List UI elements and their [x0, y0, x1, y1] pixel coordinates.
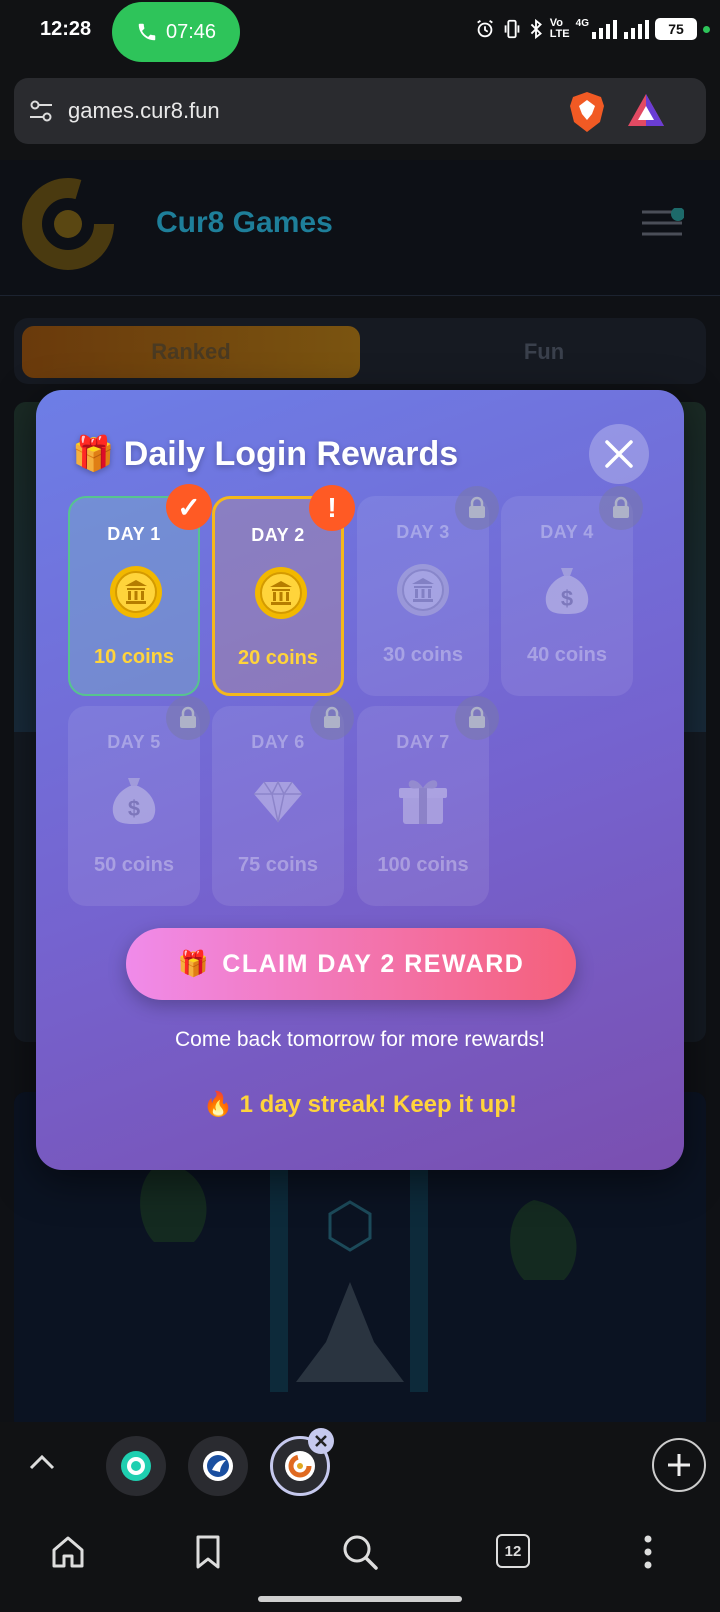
- day-card-6[interactable]: DAY 6 75 coins: [212, 696, 354, 906]
- call-timer: 07:46: [165, 20, 217, 43]
- ongoing-call-pill[interactable]: 07:46: [112, 2, 240, 62]
- search-icon[interactable]: [340, 1532, 380, 1572]
- coin-icon: [255, 567, 307, 619]
- day-reward: 40 coins: [526, 644, 608, 666]
- tab-switcher-button[interactable]: 12: [496, 1534, 530, 1568]
- cur8-icon: [285, 1451, 315, 1481]
- signal-icon: [592, 20, 617, 39]
- chat-app-icon: [121, 1451, 151, 1481]
- close-icon: [605, 440, 633, 468]
- svg-text:$: $: [561, 586, 573, 611]
- day-reward: 30 coins: [382, 644, 464, 666]
- day-reward: 50 coins: [93, 854, 175, 876]
- modal-title: 🎁 Daily Login Rewards: [72, 434, 458, 474]
- gesture-bar[interactable]: [258, 1596, 462, 1602]
- mode-tabs: Ranked Fun: [14, 318, 706, 384]
- battery-indicator: 75: [655, 18, 697, 40]
- come-back-message: Come back tomorrow for more rewards!: [175, 1028, 545, 1051]
- tab-thumbnail-2[interactable]: [188, 1436, 248, 1496]
- lock-badge: [310, 696, 354, 740]
- day-reward: 10 coins: [93, 646, 175, 668]
- svg-text:$: $: [128, 796, 140, 821]
- site-icon: [203, 1451, 233, 1481]
- status-bar: 12:28 07:46 Vo LTE 4G 75: [0, 0, 720, 66]
- brave-shields-icon[interactable]: [568, 90, 606, 134]
- phone-icon: [138, 23, 156, 41]
- alarm-icon: [476, 19, 493, 38]
- tab-ranked[interactable]: Ranked: [22, 326, 360, 378]
- lock-icon: [180, 706, 196, 728]
- modal-title-text: Daily Login Rewards: [123, 435, 459, 473]
- close-button[interactable]: [589, 424, 649, 484]
- day-card-7[interactable]: DAY 7 100 coins: [357, 696, 499, 906]
- claim-reward-button[interactable]: 🎁 CLAIM DAY 2 REWARD: [126, 928, 576, 1000]
- vibrate-icon: [504, 19, 520, 39]
- lock-badge: [455, 696, 499, 740]
- cur8-logo-icon: [22, 178, 114, 270]
- url-text[interactable]: games.cur8.fun: [68, 98, 220, 124]
- browser-toolbar: games.cur8.fun: [0, 66, 720, 160]
- available-alert-badge: !: [309, 485, 355, 531]
- day-card-5[interactable]: DAY 5 $ 50 coins: [68, 696, 210, 906]
- site-header: Cur8 Games: [0, 160, 720, 296]
- lock-badge: [599, 486, 643, 530]
- bluetooth-icon: [530, 18, 542, 40]
- gift-icon: 🎁: [177, 949, 211, 978]
- coin-icon: [397, 564, 449, 616]
- status-time: 12:28: [40, 18, 92, 40]
- coin-icon: [110, 566, 162, 618]
- signal-icon-2: [624, 20, 649, 39]
- tab-strip: [0, 1422, 720, 1514]
- daily-rewards-modal: 🎁 Daily Login Rewards DAY 1 10 coins ✓ D…: [36, 390, 684, 1170]
- check-icon: ✓: [177, 491, 201, 523]
- lock-badge: [166, 696, 210, 740]
- lock-icon: [469, 496, 485, 518]
- day-reward: 20 coins: [237, 647, 319, 669]
- brave-rewards-icon[interactable]: [626, 92, 666, 130]
- home-icon[interactable]: [50, 1534, 86, 1570]
- notification-dot: [703, 25, 710, 33]
- tab-fun[interactable]: Fun: [394, 326, 694, 378]
- claimed-check-badge: ✓: [166, 484, 212, 530]
- day-card-4[interactable]: DAY 4 $ 40 coins: [501, 486, 643, 696]
- more-menu-icon[interactable]: [642, 1534, 654, 1570]
- lock-icon: [469, 706, 485, 728]
- close-icon: [315, 1435, 327, 1447]
- chevron-up-icon[interactable]: [28, 1452, 56, 1472]
- gift-box-icon: [399, 780, 447, 824]
- volte-indicator: Vo LTE: [549, 17, 570, 40]
- lock-icon: [324, 706, 340, 728]
- network-type: 4G: [575, 18, 589, 29]
- diamond-icon: [254, 780, 302, 823]
- exclamation-icon: !: [327, 492, 337, 523]
- close-tab-button[interactable]: [308, 1428, 334, 1454]
- claim-button-label: CLAIM DAY 2 REWARD: [222, 949, 525, 978]
- hamburger-menu-icon[interactable]: [640, 208, 684, 238]
- status-icons: Vo LTE 4G 75: [474, 18, 710, 40]
- site-title: Cur8 Games: [156, 206, 333, 239]
- plus-icon: [668, 1454, 690, 1476]
- streak-text: 1 day streak! Keep it up!: [239, 1091, 517, 1118]
- address-bar[interactable]: games.cur8.fun: [14, 78, 706, 144]
- fire-icon: 🔥: [203, 1091, 233, 1118]
- day-card-3[interactable]: DAY 3 30 coins: [357, 486, 499, 696]
- bookmark-icon[interactable]: [194, 1534, 222, 1570]
- tab-thumbnail-1[interactable]: [106, 1436, 166, 1496]
- tab-count: 12: [504, 1542, 522, 1560]
- day-card-2[interactable]: DAY 2 20 coins !: [212, 485, 355, 696]
- streak-message: 🔥 1 day streak! Keep it up!: [36, 1090, 684, 1119]
- money-bag-icon: $: [112, 778, 156, 824]
- lock-badge: [455, 486, 499, 530]
- day-reward: 100 coins: [377, 854, 469, 876]
- day-reward: 75 coins: [237, 854, 319, 876]
- day-card-1[interactable]: DAY 1 10 coins ✓: [68, 484, 212, 696]
- lock-icon: [613, 496, 629, 518]
- site-settings-icon[interactable]: [28, 99, 54, 123]
- new-tab-button[interactable]: [652, 1438, 706, 1492]
- gift-icon: 🎁: [72, 435, 115, 473]
- money-bag-icon: $: [545, 568, 589, 614]
